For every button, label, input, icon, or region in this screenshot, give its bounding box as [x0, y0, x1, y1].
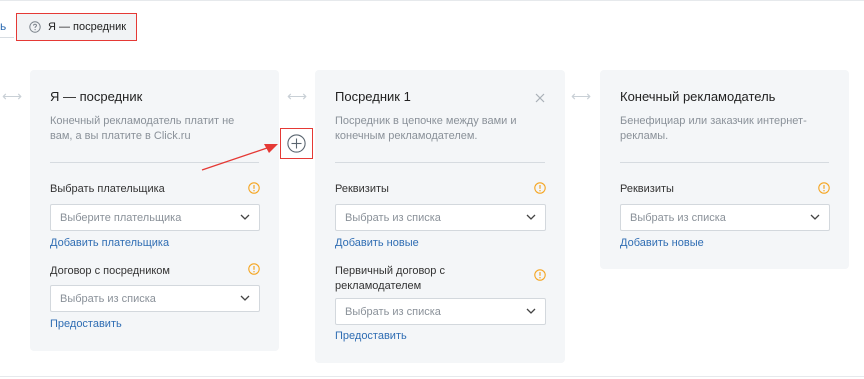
- payer-label: Выбрать плательщика: [50, 183, 165, 195]
- chevron-down-icon: [240, 214, 250, 220]
- bottom-divider: [0, 376, 864, 377]
- plus-circle-icon[interactable]: [287, 134, 306, 153]
- close-icon[interactable]: [535, 93, 545, 103]
- primary-contract-select-placeholder: Выбрать из списка: [345, 305, 441, 318]
- primary-contract-select[interactable]: Выбрать из списка: [335, 298, 546, 325]
- chevron-down-icon: [526, 308, 536, 314]
- payer-select-placeholder: Выберите плательщика: [60, 211, 182, 224]
- double-arrow-icon: ⟷: [571, 88, 591, 104]
- warning-circle-icon: [534, 182, 546, 194]
- primary-contract-label: Первичный договор с рекламодателем: [335, 265, 445, 292]
- contract-select-placeholder: Выбрать из списка: [60, 292, 156, 305]
- provide-contract-link[interactable]: Предоставить: [50, 318, 122, 330]
- top-divider: [0, 0, 864, 1]
- card-title: Посредник 1: [335, 89, 411, 104]
- add-details-link[interactable]: Добавить новые: [620, 237, 704, 249]
- card-end-advertiser: Конечный рекламодатель Бенефициар или за…: [600, 70, 849, 269]
- intermediary-chain-page: ь Я — посредник ⟷ ⟷ ⟷ Я — посредник Коне…: [0, 0, 864, 379]
- warning-circle-icon: [248, 182, 260, 194]
- card-title: Конечный рекламодатель: [620, 89, 776, 104]
- card-i-am-intermediary: Я — посредник Конечный рекламодатель пла…: [30, 70, 279, 351]
- card-divider: [620, 162, 829, 163]
- card-description: Бенефициар или заказчик интернет-рекламы…: [620, 115, 807, 142]
- card-title: Я — посредник: [50, 89, 143, 104]
- details-label: Реквизиты: [620, 183, 674, 195]
- add-payer-link[interactable]: Добавить плательщика: [50, 237, 169, 249]
- tab-underline: [0, 37, 14, 38]
- contract-label: Договор с посредником: [50, 265, 170, 277]
- warning-circle-icon: [534, 269, 546, 281]
- double-arrow-icon: ⟷: [287, 88, 307, 104]
- details-select-placeholder: Выбрать из списка: [630, 211, 726, 224]
- provide-primary-contract-link[interactable]: Предоставить: [335, 330, 407, 342]
- tab-i-am-intermediary[interactable]: Я — посредник: [16, 13, 137, 41]
- details-label: Реквизиты: [335, 183, 389, 195]
- card-intermediary-1: Посредник 1 Посредник в цепочке между ва…: [315, 70, 565, 363]
- chevron-down-icon: [810, 214, 820, 220]
- payer-select[interactable]: Выберите плательщика: [50, 204, 260, 231]
- chevron-down-icon: [526, 214, 536, 220]
- warning-circle-icon: [248, 263, 260, 275]
- warning-circle-icon: [818, 182, 830, 194]
- tab-previous-stub[interactable]: ь: [0, 19, 6, 33]
- tab-label: Я — посредник: [48, 21, 127, 33]
- details-select-placeholder: Выбрать из списка: [345, 211, 441, 224]
- details-select[interactable]: Выбрать из списка: [620, 204, 830, 231]
- double-arrow-icon: ⟷: [2, 88, 22, 104]
- help-circle-icon: [29, 21, 41, 33]
- card-divider: [335, 162, 545, 163]
- details-select[interactable]: Выбрать из списка: [335, 204, 546, 231]
- card-description: Посредник в цепочке между вами и конечны…: [335, 115, 517, 142]
- annotation-arrow-icon: [201, 144, 278, 171]
- contract-select[interactable]: Выбрать из списка: [50, 285, 260, 312]
- add-details-link[interactable]: Добавить новые: [335, 237, 419, 249]
- chevron-down-icon: [240, 295, 250, 301]
